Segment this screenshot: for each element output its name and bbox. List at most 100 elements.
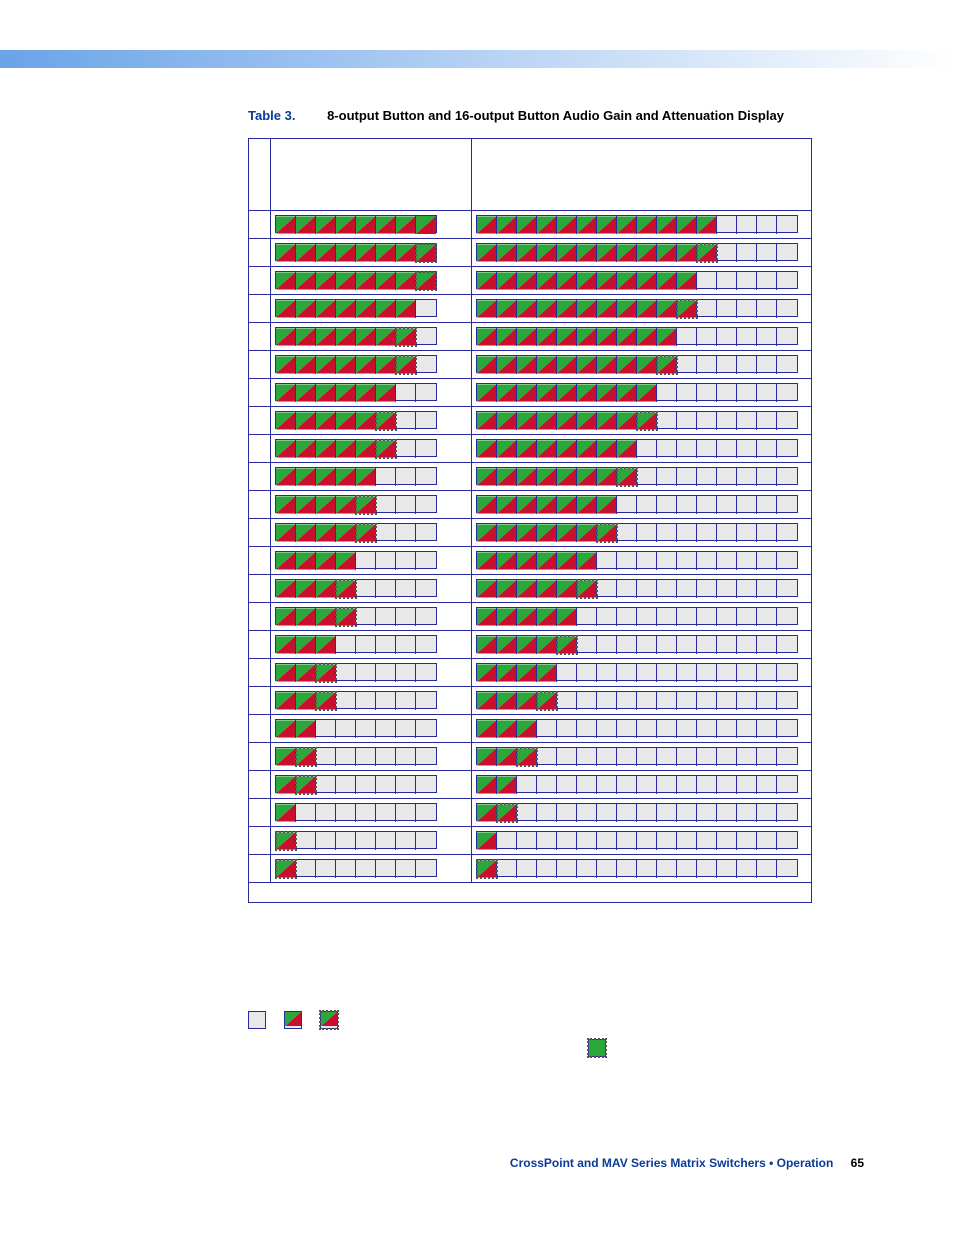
led-cell xyxy=(517,356,537,374)
strip-16-cell xyxy=(472,659,812,687)
led-cell xyxy=(276,328,296,346)
strip-8-cell xyxy=(271,827,472,855)
led-cell xyxy=(356,356,376,374)
led-cell xyxy=(717,328,737,346)
led-cell xyxy=(497,272,517,290)
led-cell xyxy=(677,328,697,346)
led-cell xyxy=(637,300,657,318)
led-cell xyxy=(577,832,597,850)
led-cell xyxy=(717,356,737,374)
led-cell xyxy=(356,692,376,710)
strip-16-cell xyxy=(472,687,812,715)
led-cell xyxy=(376,664,396,682)
led-cell xyxy=(537,860,557,878)
led-cell xyxy=(537,776,557,794)
led-cell xyxy=(537,244,557,262)
led-cell xyxy=(697,636,717,654)
led-cell xyxy=(276,440,296,458)
led-cell xyxy=(296,664,316,682)
led-cell xyxy=(517,412,537,430)
led-strip xyxy=(275,551,437,569)
strip-8-cell xyxy=(271,743,472,771)
led-cell xyxy=(356,300,376,318)
led-cell xyxy=(717,384,737,402)
led-cell xyxy=(497,692,517,710)
strip-8-cell xyxy=(271,575,472,603)
led-cell xyxy=(557,664,577,682)
led-cell xyxy=(497,496,517,514)
value-cell xyxy=(249,743,271,771)
led-cell xyxy=(356,636,376,654)
strip-8-cell xyxy=(271,687,472,715)
led-cell xyxy=(376,356,396,374)
led-cell xyxy=(336,832,356,850)
led-cell xyxy=(557,720,577,738)
led-cell xyxy=(537,608,557,626)
strip-8-cell xyxy=(271,715,472,743)
led-cell xyxy=(316,244,336,262)
led-cell xyxy=(757,552,777,570)
led-cell xyxy=(497,608,517,626)
led-cell xyxy=(296,720,316,738)
led-cell xyxy=(416,300,436,318)
led-cell xyxy=(336,804,356,822)
led-cell xyxy=(737,552,757,570)
led-cell xyxy=(617,244,637,262)
led-cell xyxy=(316,664,336,682)
led-cell xyxy=(537,384,557,402)
led-cell xyxy=(537,496,557,514)
led-cell xyxy=(557,272,577,290)
legend-blink-lit xyxy=(320,1011,342,1029)
led-strip xyxy=(275,719,437,737)
led-cell xyxy=(557,860,577,878)
led-cell xyxy=(477,692,497,710)
led-cell xyxy=(376,832,396,850)
led-cell xyxy=(497,440,517,458)
led-cell xyxy=(637,328,657,346)
led-cell xyxy=(677,552,697,570)
led-cell xyxy=(697,524,717,542)
led-cell xyxy=(296,412,316,430)
led-cell xyxy=(356,720,376,738)
led-cell xyxy=(597,300,617,318)
led-strip xyxy=(275,607,437,625)
led-cell xyxy=(557,328,577,346)
strip-8-cell xyxy=(271,491,472,519)
led-cell xyxy=(416,804,436,822)
led-cell xyxy=(637,216,657,234)
led-cell xyxy=(717,832,737,850)
led-cell xyxy=(396,664,416,682)
led-cell xyxy=(497,664,517,682)
led-cell xyxy=(376,496,396,514)
led-cell xyxy=(296,692,316,710)
led-cell xyxy=(617,776,637,794)
led-strip xyxy=(476,663,798,681)
led-cell xyxy=(416,440,436,458)
led-cell xyxy=(416,748,436,766)
led-cell xyxy=(777,804,797,822)
led-cell xyxy=(336,272,356,290)
led-cell xyxy=(477,244,497,262)
led-cell xyxy=(396,216,416,234)
led-cell xyxy=(657,720,677,738)
led-cell xyxy=(657,244,677,262)
led-strip xyxy=(275,299,437,317)
led-cell xyxy=(537,804,557,822)
led-cell xyxy=(717,580,737,598)
led-cell xyxy=(617,804,637,822)
led-cell xyxy=(777,216,797,234)
led-cell xyxy=(296,748,316,766)
led-cell xyxy=(396,748,416,766)
strip-16-cell xyxy=(472,715,812,743)
led-cell xyxy=(737,496,757,514)
led-cell xyxy=(757,356,777,374)
led-cell xyxy=(717,496,737,514)
led-cell xyxy=(637,496,657,514)
led-cell xyxy=(356,860,376,878)
led-cell xyxy=(416,832,436,850)
led-cell xyxy=(517,552,537,570)
led-cell xyxy=(697,272,717,290)
led-cell xyxy=(537,580,557,598)
led-cell xyxy=(276,720,296,738)
led-cell xyxy=(537,216,557,234)
